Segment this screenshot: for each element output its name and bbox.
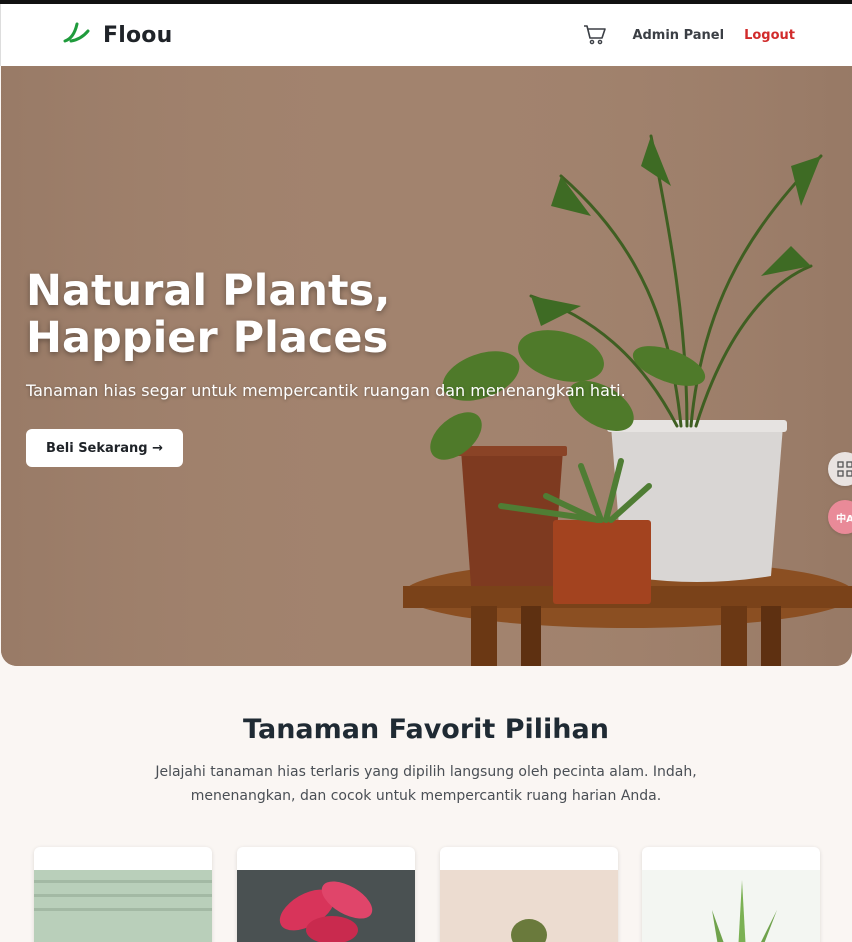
product-card[interactable] (237, 847, 415, 942)
hero-title: Natural Plants, Happier Places (26, 268, 446, 362)
brand[interactable]: Floou (63, 21, 172, 49)
product-card[interactable] (642, 847, 820, 942)
buy-now-button[interactable]: Beli Sekarang → (26, 429, 183, 467)
product-image (642, 870, 820, 942)
product-card[interactable] (34, 847, 212, 942)
product-image (440, 870, 618, 942)
hero-banner: Natural Plants, Happier Places Tanaman h… (1, 66, 852, 666)
translate-label: 中A (836, 513, 852, 525)
leaf-icon (63, 21, 91, 49)
admin-panel-link[interactable]: Admin Panel (632, 28, 724, 43)
product-card[interactable] (440, 847, 618, 942)
site-header: Floou Admin Panel Logout (0, 4, 852, 66)
featured-title: Tanaman Favorit Pilihan (243, 714, 609, 745)
brand-name: Floou (103, 22, 173, 48)
translate-icon[interactable]: 中A (828, 500, 852, 534)
hero-title-line1: Natural Plants, (26, 266, 391, 316)
hero-subtitle: Tanaman hias segar untuk mempercantik ru… (26, 381, 626, 400)
logout-link[interactable]: Logout (744, 28, 795, 43)
product-image (34, 870, 212, 942)
hero-title-line2: Happier Places (26, 313, 389, 363)
featured-description: Jelajahi tanaman hias terlaris yang dipi… (155, 764, 697, 804)
cart-icon[interactable] (582, 22, 608, 48)
floating-tools: 中A (828, 452, 852, 548)
hero-plants-illustration (1, 66, 852, 666)
main-nav: Admin Panel Logout (582, 22, 795, 48)
product-grid (34, 847, 820, 942)
apps-icon[interactable] (828, 452, 852, 486)
product-image (237, 870, 415, 942)
